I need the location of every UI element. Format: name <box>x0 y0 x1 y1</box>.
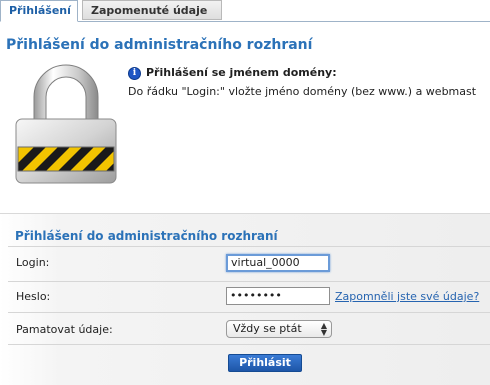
forgot-credentials-link[interactable]: Zapomněli jste své údaje? <box>335 290 479 303</box>
password-label: Heslo: <box>16 290 51 303</box>
info-icon: i <box>128 67 141 80</box>
updown-arrows-icon: ▲ ▼ <box>320 321 327 337</box>
info-title: Přihlášení se jménem domény: <box>146 66 337 79</box>
tab-bar: Přihlášení Zapomenuté údaje <box>0 0 490 22</box>
login-input[interactable]: virtual_0000 <box>226 254 330 272</box>
login-label: Login: <box>16 256 50 269</box>
remember-select[interactable]: Vždy se ptát ▲ ▼ <box>226 320 332 338</box>
page-title: Přihlášení do administračního rozhraní <box>6 37 313 53</box>
divider <box>8 281 490 282</box>
login-submit-button[interactable]: Přihlásit <box>228 354 302 372</box>
padlock-icon <box>15 64 117 184</box>
divider <box>8 344 490 345</box>
form-title: Přihlášení do administračního rozhraní <box>15 229 278 243</box>
remember-label: Pamatovat údaje: <box>16 323 113 336</box>
divider <box>8 312 490 313</box>
remember-select-value: Vždy se ptát <box>233 322 302 335</box>
tab-forgotten-credentials[interactable]: Zapomenuté údaje <box>82 0 222 20</box>
tab-login[interactable]: Přihlášení <box>0 0 78 22</box>
info-text: Do řádku "Login:" vložte jméno domény (b… <box>128 85 477 98</box>
password-input[interactable]: •••••••• <box>226 287 330 305</box>
divider <box>8 246 490 247</box>
